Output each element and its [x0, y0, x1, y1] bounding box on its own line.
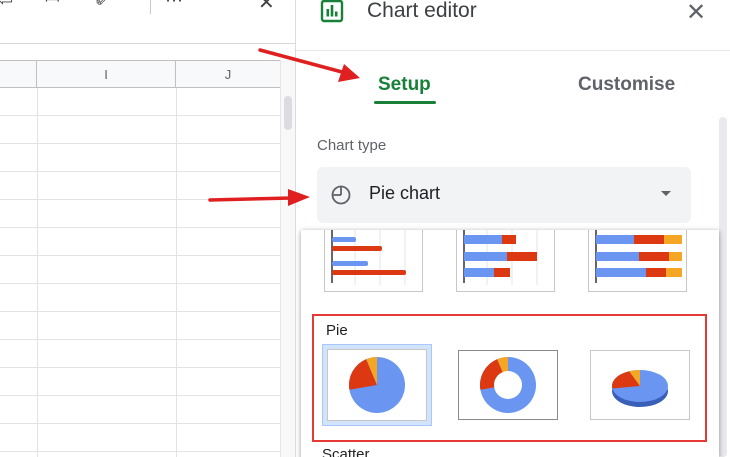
tab-customise[interactable]: Customise: [578, 74, 675, 96]
3d-pie-chart-thumbnail[interactable]: [590, 350, 690, 420]
section-label-pie: Pie: [326, 322, 348, 339]
grid-column-line: [37, 88, 38, 457]
chart-editor-title: Chart editor: [367, 0, 477, 22]
tab-active-indicator: [374, 101, 436, 104]
chart-type-menu: Pie Scatter: [301, 230, 719, 457]
tab-setup[interactable]: Setup: [378, 74, 431, 96]
100-stacked-bar-chart-thumbnail[interactable]: [588, 230, 687, 292]
chart-icon: [320, 0, 344, 23]
grid-column-line: [176, 88, 177, 457]
sheet-toolbar: ⏎ ꟷ ✐ ⋯ ✕: [0, 0, 295, 22]
pie-chart-icon: [331, 185, 351, 205]
stacked-bar-chart-thumbnail[interactable]: [456, 230, 555, 292]
editor-scrollbar[interactable]: [719, 117, 727, 457]
doughnut-chart-thumbnail[interactable]: [458, 350, 558, 420]
bar-chart-thumbnail[interactable]: [324, 230, 423, 292]
chart-type-dropdown[interactable]: Pie chart: [317, 167, 691, 223]
close-icon[interactable]: ✕: [686, 0, 706, 26]
insert-icon[interactable]: ✐: [95, 0, 110, 9]
column-header-i[interactable]: I: [37, 61, 176, 88]
chart-type-label: Chart type: [317, 137, 387, 154]
toolbar-separator: [150, 0, 151, 14]
sheet-scrollbar-thumb[interactable]: [284, 96, 292, 130]
pie-chart-thumbnail[interactable]: [322, 344, 432, 426]
annotation-arrow-chart-type: [208, 189, 310, 206]
column-header-h[interactable]: [0, 61, 37, 88]
chevron-down-icon: [661, 191, 671, 196]
format-painter-icon[interactable]: ꟷ: [45, 0, 60, 9]
annotation-arrow-setup: [258, 48, 360, 82]
sheet-scrollbar[interactable]: [280, 60, 295, 457]
section-label-scatter: Scatter: [322, 446, 370, 457]
close-icon[interactable]: ✕: [258, 0, 275, 15]
undo-icon[interactable]: ⏎: [0, 0, 13, 9]
pie-chart-section: Pie: [312, 314, 707, 442]
more-icon[interactable]: ⋯: [165, 0, 183, 9]
chart-type-value: Pie chart: [369, 183, 441, 203]
cell-grid[interactable]: [0, 88, 280, 457]
